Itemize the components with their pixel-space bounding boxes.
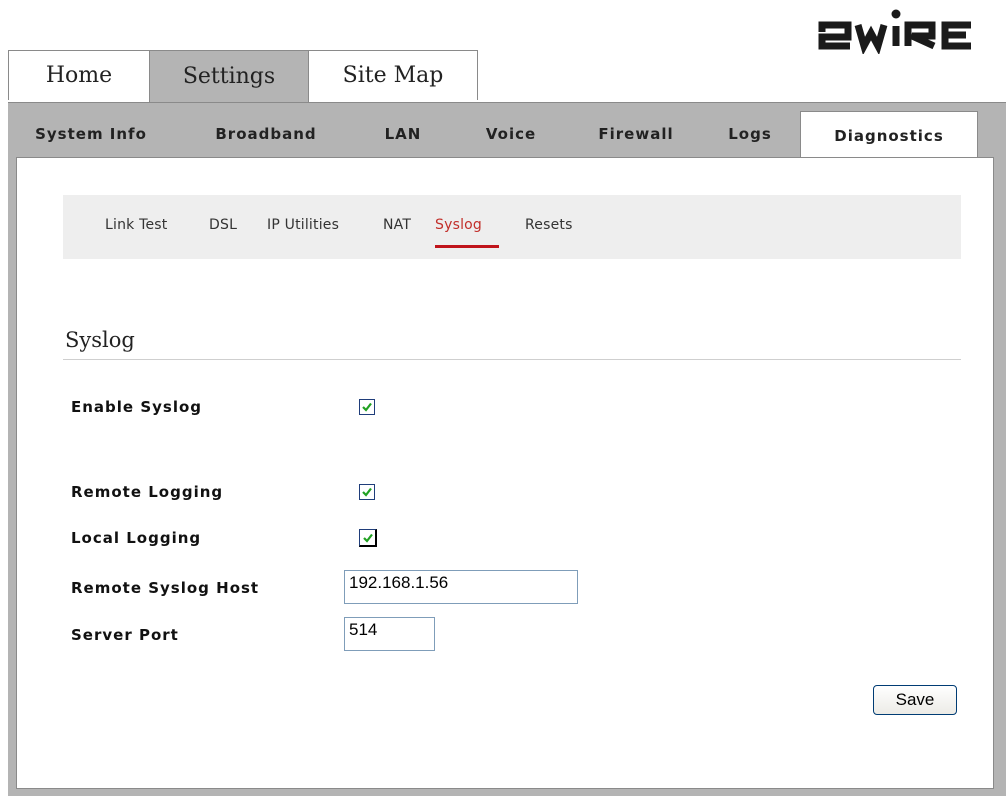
- subtab-lan[interactable]: LAN: [363, 111, 443, 157]
- section-divider: [63, 359, 961, 360]
- tab-home[interactable]: Home: [8, 50, 150, 100]
- subtab-logs[interactable]: Logs: [710, 111, 790, 157]
- remote-syslog-host-input[interactable]: 192.168.1.56: [344, 570, 578, 604]
- nav-link-test[interactable]: Link Test: [105, 217, 168, 233]
- subtab-firewall[interactable]: Firewall: [576, 111, 696, 157]
- subtab-system-info[interactable]: System Info: [16, 111, 166, 157]
- active-nav-underline: [435, 245, 499, 248]
- diagnostics-content: Link Test DSL IP Utilities NAT Syslog Re…: [16, 157, 994, 789]
- nav-nat[interactable]: NAT: [383, 217, 411, 233]
- nav-resets[interactable]: Resets: [525, 217, 573, 233]
- diagnostics-nav: Link Test DSL IP Utilities NAT Syslog Re…: [63, 195, 961, 259]
- server-port-input[interactable]: 514: [344, 617, 435, 651]
- main-tabs: Home Settings Site Map: [8, 50, 1006, 102]
- enable-syslog-checkbox[interactable]: [359, 399, 375, 415]
- checkmark-icon: [362, 487, 372, 497]
- nav-dsl[interactable]: DSL: [209, 217, 237, 233]
- checkmark-icon: [362, 402, 372, 412]
- nav-ip-utilities[interactable]: IP Utilities: [267, 217, 339, 233]
- settings-sub-tabs: System Info Broadband LAN Voice Firewall…: [8, 111, 1006, 159]
- local-logging-checkbox[interactable]: [359, 529, 377, 547]
- checkmark-icon: [362, 533, 373, 543]
- nav-syslog[interactable]: Syslog: [435, 217, 482, 233]
- section-title: Syslog: [65, 328, 135, 352]
- remote-logging-checkbox[interactable]: [359, 484, 375, 500]
- subtab-voice[interactable]: Voice: [466, 111, 556, 157]
- remote-logging-label: Remote Logging: [71, 483, 224, 501]
- save-button[interactable]: Save: [873, 685, 957, 715]
- tab-settings[interactable]: Settings: [149, 50, 309, 102]
- remote-syslog-host-label: Remote Syslog Host: [71, 579, 260, 597]
- subtab-diagnostics[interactable]: Diagnostics: [800, 111, 978, 159]
- enable-syslog-label: Enable Syslog: [71, 398, 203, 416]
- subtab-broadband[interactable]: Broadband: [186, 111, 346, 157]
- settings-panel: System Info Broadband LAN Voice Firewall…: [8, 102, 1006, 796]
- brand-logo: [808, 8, 1006, 54]
- local-logging-label: Local Logging: [71, 529, 202, 547]
- tab-site-map[interactable]: Site Map: [308, 50, 478, 100]
- server-port-label: Server Port: [71, 626, 179, 644]
